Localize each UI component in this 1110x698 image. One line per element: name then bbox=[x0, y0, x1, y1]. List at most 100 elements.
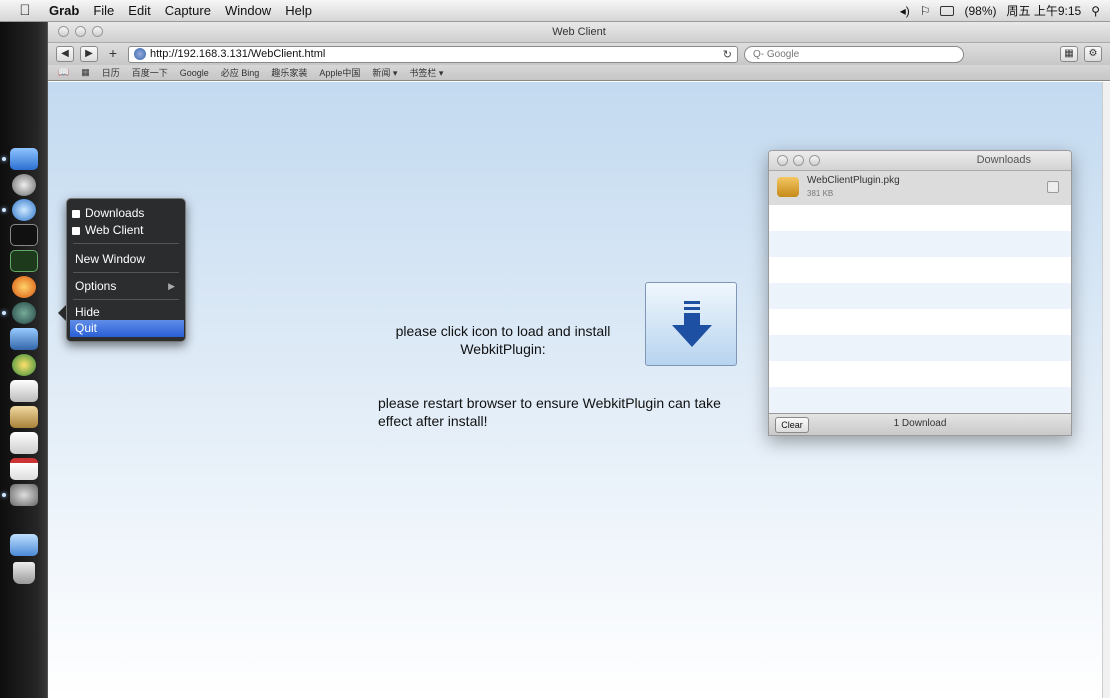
bookmark-item[interactable]: 百度一下 bbox=[132, 66, 168, 79]
menu-item-quit[interactable]: Quit bbox=[70, 320, 184, 337]
search-input[interactable]: Q- Google bbox=[744, 45, 964, 63]
photo-icon[interactable] bbox=[12, 354, 36, 376]
url-text: http://192.168.3.131/WebClient.html bbox=[150, 48, 326, 60]
system-preferences-icon[interactable] bbox=[10, 484, 38, 506]
top-sites-icon[interactable]: ▦ bbox=[81, 67, 90, 78]
install-instruction-line2: WebkitPlugin: bbox=[460, 341, 546, 357]
running-indicator bbox=[2, 311, 6, 315]
site-icon bbox=[134, 48, 146, 60]
running-indicator bbox=[2, 208, 6, 212]
zoom-button[interactable] bbox=[92, 26, 103, 37]
menu-bar:  Grab File Edit Capture Window Help ◂) … bbox=[0, 0, 1110, 22]
empty-row bbox=[769, 335, 1071, 361]
battery-icon[interactable] bbox=[940, 5, 955, 16]
menu-help[interactable]: Help bbox=[278, 3, 319, 18]
xcode-icon[interactable] bbox=[10, 328, 38, 350]
preview-icon[interactable] bbox=[10, 380, 38, 402]
menu-item-label: Options bbox=[75, 279, 117, 293]
zoom-button[interactable] bbox=[809, 155, 820, 166]
finder-icon[interactable] bbox=[10, 148, 38, 170]
textedit-icon[interactable] bbox=[10, 432, 38, 454]
keychain-icon[interactable] bbox=[10, 406, 38, 428]
menu-item-web-client-window[interactable]: Web Client bbox=[67, 222, 185, 239]
volume-icon[interactable]: ◂) bbox=[900, 4, 910, 18]
browser-toolbar: ◀ ▶ + http://192.168.3.131/WebClient.htm… bbox=[48, 43, 1110, 65]
menu-capture[interactable]: Capture bbox=[158, 3, 218, 18]
downloads-title: Downloads bbox=[976, 154, 1031, 166]
trash-icon[interactable] bbox=[13, 562, 35, 584]
downloads-footer: 1 Download Clear bbox=[769, 413, 1071, 435]
address-bar[interactable]: http://192.168.3.131/WebClient.html ↻ bbox=[128, 45, 738, 63]
flag-icon[interactable]: ⚐ bbox=[920, 4, 931, 18]
menu-file[interactable]: File bbox=[86, 3, 121, 18]
activity-monitor-icon[interactable] bbox=[10, 250, 38, 272]
battery-percent: (98%) bbox=[964, 3, 997, 18]
menu-grab[interactable]: Grab bbox=[42, 3, 86, 18]
minimize-button[interactable] bbox=[793, 155, 804, 166]
download-file-size: 381 KB bbox=[807, 189, 834, 198]
downloads-folder-icon[interactable] bbox=[10, 534, 38, 556]
bookmark-item[interactable]: 新闻 ▾ bbox=[372, 66, 397, 79]
install-instruction: please click icon to load and install We… bbox=[378, 322, 628, 358]
menu-window[interactable]: Window bbox=[218, 3, 278, 18]
restart-instruction-line1: please restart browser to ensure WebkitP… bbox=[378, 395, 721, 411]
bookmark-item[interactable]: 书签栏 ▾ bbox=[409, 66, 443, 79]
clock[interactable]: 周五 上午9:15 bbox=[1007, 2, 1082, 19]
download-count: 1 Download bbox=[893, 418, 947, 429]
clear-button[interactable]: Clear bbox=[775, 417, 809, 433]
close-button[interactable] bbox=[777, 155, 788, 166]
download-arrow-icon bbox=[672, 301, 712, 347]
firefox-icon[interactable] bbox=[12, 276, 36, 298]
empty-row bbox=[769, 231, 1071, 257]
menu-item-downloads-window[interactable]: Downloads bbox=[67, 205, 185, 222]
bookmark-item[interactable]: 日历 bbox=[102, 66, 120, 79]
install-plugin-button[interactable] bbox=[645, 282, 737, 366]
back-button[interactable]: ◀ bbox=[56, 46, 74, 62]
empty-row bbox=[769, 205, 1071, 231]
status-area: ◂) ⚐ (98%) 周五 上午9:15 ⚲ bbox=[900, 2, 1110, 19]
minimize-button[interactable] bbox=[75, 26, 86, 37]
menu-item-options[interactable]: Options ▶ bbox=[67, 278, 185, 295]
menu-separator bbox=[73, 243, 179, 244]
submenu-arrow-icon: ▶ bbox=[168, 281, 175, 291]
window-controls bbox=[58, 26, 103, 37]
running-indicator bbox=[2, 157, 6, 161]
menu-item-label: Hide bbox=[75, 305, 100, 319]
forward-button[interactable]: ▶ bbox=[80, 46, 98, 62]
spotlight-icon[interactable]: ⚲ bbox=[1091, 4, 1100, 18]
bookmark-item[interactable]: 必应 Bing bbox=[221, 66, 260, 79]
download-file-name: WebClientPlugin.pkg bbox=[807, 175, 900, 186]
web-client-app-icon[interactable] bbox=[12, 302, 36, 324]
reveal-in-finder-icon[interactable] bbox=[1047, 181, 1059, 193]
menu-separator bbox=[73, 272, 179, 273]
calendar-icon[interactable] bbox=[10, 458, 38, 480]
menu-item-label: Web Client bbox=[85, 223, 144, 237]
restart-instruction-line2: effect after install! bbox=[378, 413, 488, 429]
bookmark-item[interactable]: Apple中国 bbox=[319, 66, 360, 79]
menu-item-hide[interactable]: Hide bbox=[67, 304, 185, 321]
download-item[interactable]: WebClientPlugin.pkg 381 KB bbox=[769, 171, 1071, 205]
page-scrollbar[interactable] bbox=[1102, 82, 1110, 698]
settings-gear-button[interactable]: ⚙ bbox=[1084, 46, 1102, 62]
restart-instruction: please restart browser to ensure WebkitP… bbox=[378, 394, 778, 430]
menu-item-new-window[interactable]: New Window bbox=[67, 251, 185, 268]
window-checkbox-icon bbox=[72, 210, 80, 218]
close-button[interactable] bbox=[58, 26, 69, 37]
bookmark-item[interactable]: 趣乐家装 bbox=[271, 66, 307, 79]
terminal-icon[interactable] bbox=[10, 224, 38, 246]
browser-title-bar: Web Client bbox=[48, 22, 1110, 43]
running-indicator bbox=[2, 493, 6, 497]
downloads-title-bar: Downloads bbox=[769, 151, 1071, 171]
empty-row bbox=[769, 283, 1071, 309]
menu-edit[interactable]: Edit bbox=[121, 3, 157, 18]
bookmark-item[interactable]: Google bbox=[180, 68, 209, 78]
add-bookmark-button[interactable]: + bbox=[104, 46, 122, 62]
apple-icon[interactable]:  bbox=[8, 2, 42, 19]
reading-list-icon[interactable]: 📖 bbox=[58, 67, 69, 78]
safari-icon[interactable] bbox=[12, 199, 36, 221]
reload-icon[interactable]: ↻ bbox=[723, 48, 732, 61]
clock-icon[interactable] bbox=[12, 174, 36, 196]
page-menu-button[interactable]: ▦ bbox=[1060, 46, 1078, 62]
empty-row bbox=[769, 309, 1071, 335]
downloads-window: Downloads WebClientPlugin.pkg 381 KB 1 D… bbox=[768, 150, 1072, 436]
